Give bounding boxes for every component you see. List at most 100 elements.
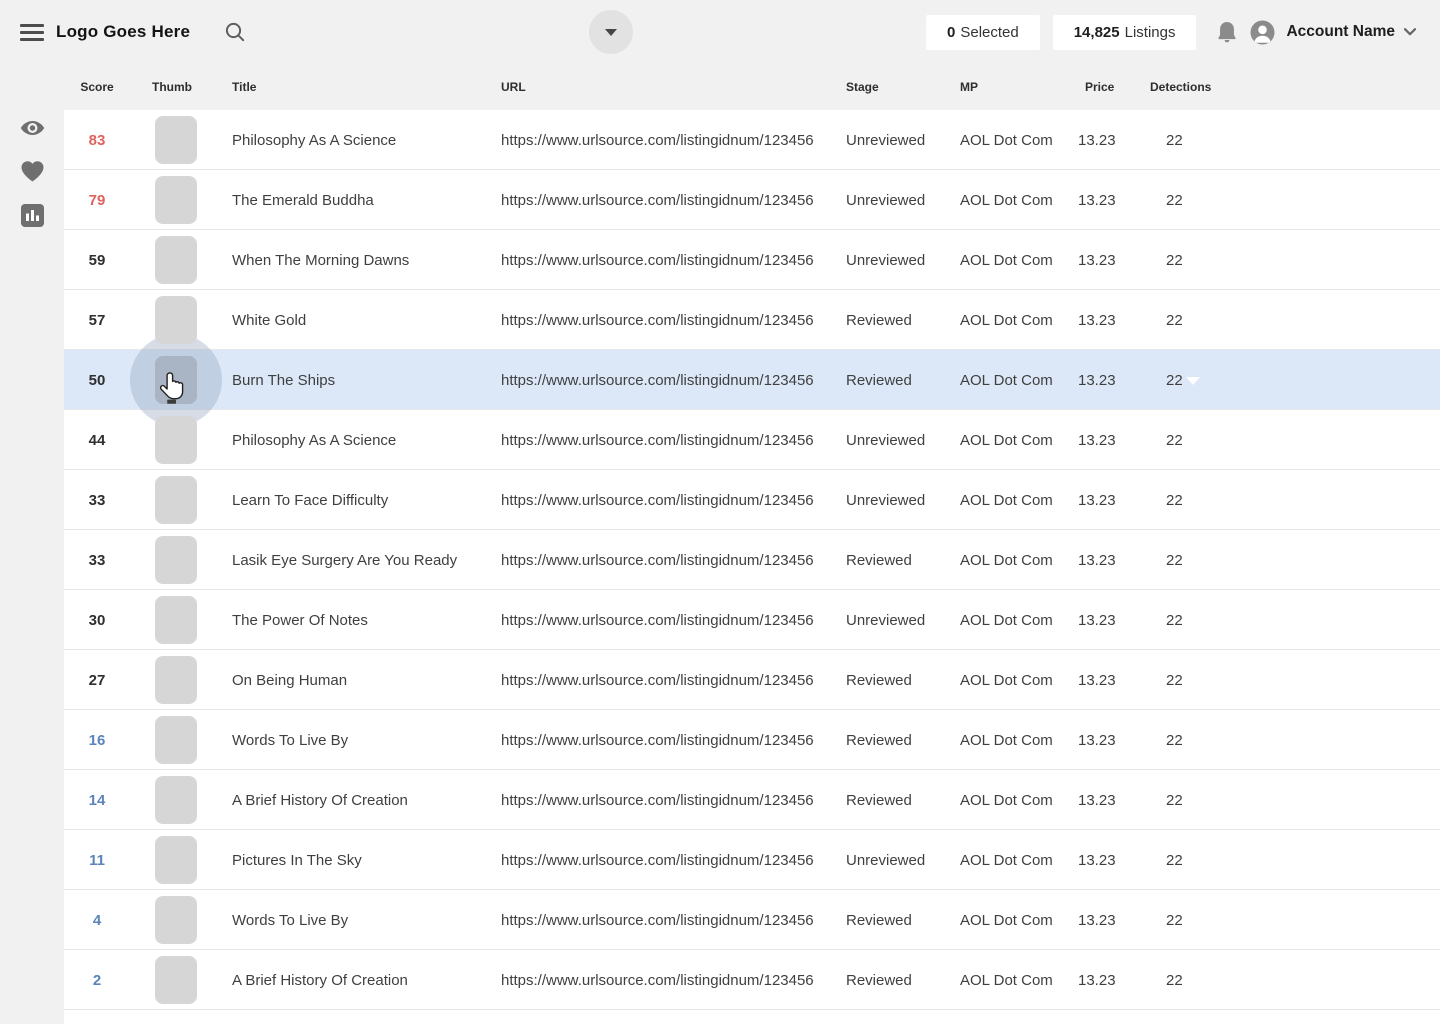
logo-text: Logo Goes Here: [56, 22, 191, 41]
thumbnail-placeholder[interactable]: [155, 236, 197, 284]
table-body: 83 Philosophy As A Science https://www.u…: [64, 110, 1440, 1024]
thumbnail-placeholder[interactable]: [155, 176, 197, 224]
mp-cell: AOL Dot Com: [960, 491, 1053, 509]
score-cell: 27: [88, 671, 106, 689]
column-header-mp[interactable]: MP: [960, 80, 1078, 94]
selected-count-button[interactable]: 0 Selected: [926, 14, 1040, 50]
table-row[interactable]: 50 Burn The Ships https://www.urlsource.…: [64, 334, 1440, 426]
table-row[interactable]: 30 The Power Of Notes https://www.urlsou…: [64, 590, 1440, 650]
mp-cell: AOL Dot Com: [960, 971, 1053, 989]
price-cell: 13.23: [1078, 191, 1116, 209]
thumbnail-placeholder[interactable]: [155, 776, 197, 824]
url-cell: https://www.urlsource.com/listingidnum/1…: [501, 371, 814, 389]
detections-cell: 22: [1166, 131, 1183, 149]
search-icon[interactable]: [224, 21, 246, 43]
title-cell: When The Morning Dawns: [232, 251, 410, 269]
thumbnail-placeholder[interactable]: [155, 536, 197, 584]
mp-cell: AOL Dot Com: [960, 911, 1053, 929]
row-expand-chevron-icon[interactable]: [1186, 377, 1200, 385]
eye-icon[interactable]: [19, 116, 46, 139]
user-avatar-icon[interactable]: [1250, 20, 1275, 45]
title-cell: Burn The Ships: [232, 371, 336, 389]
top-bar: Logo Goes Here 0 Selected 14,825 Listing…: [0, 0, 1440, 64]
thumbnail-placeholder[interactable]: [155, 596, 197, 644]
thumbnail-placeholder[interactable]: [155, 416, 197, 464]
detections-cell: 22: [1166, 251, 1183, 269]
thumbnail-placeholder[interactable]: [155, 656, 197, 704]
table-row[interactable]: 79 The Emerald Buddha https://www.urlsou…: [64, 170, 1440, 230]
url-cell: https://www.urlsource.com/listingidnum/1…: [501, 551, 814, 569]
url-cell: https://www.urlsource.com/listingidnum/1…: [501, 251, 814, 269]
chevron-down-icon: [1403, 27, 1417, 37]
price-cell: 13.23: [1078, 311, 1116, 329]
menu-icon[interactable]: [20, 20, 44, 45]
column-header-score[interactable]: Score: [64, 80, 130, 94]
column-header-url[interactable]: URL: [501, 80, 846, 94]
price-cell: 13.23: [1078, 911, 1116, 929]
title-cell: On Being Human: [232, 671, 348, 689]
score-cell: 83: [88, 131, 106, 149]
table-row[interactable]: 83 Philosophy As A Science https://www.u…: [64, 110, 1440, 170]
title-cell: Words To Live By: [232, 911, 349, 929]
title-cell: Words To Live By: [232, 731, 349, 749]
column-header-thumb[interactable]: Thumb: [130, 80, 222, 94]
price-cell: 13.23: [1078, 611, 1116, 629]
score-cell: 57: [88, 311, 106, 329]
thumbnail-placeholder[interactable]: [155, 716, 197, 764]
left-sidebar: [0, 64, 64, 1024]
mp-cell: AOL Dot Com: [960, 191, 1053, 209]
table-row[interactable]: 33 Learn To Face Difficulty https://www.…: [64, 470, 1440, 530]
column-header-title[interactable]: Title: [222, 80, 501, 94]
account-name-button[interactable]: Account Name: [1286, 23, 1395, 41]
table-header-row: Score Thumb Title URL Stage MP Price Det…: [64, 64, 1440, 110]
listings-count-button[interactable]: 14,825 Listings: [1052, 14, 1197, 50]
stage-cell: Reviewed: [846, 731, 912, 749]
price-cell: 13.23: [1078, 251, 1116, 269]
thumbnail-placeholder[interactable]: [155, 116, 197, 164]
table-row[interactable]: 59 When The Morning Dawns https://www.ur…: [64, 230, 1440, 290]
table-row[interactable]: 57 White Gold https://www.urlsource.com/…: [64, 290, 1440, 350]
thumbnail-placeholder[interactable]: [155, 296, 197, 344]
table-row[interactable]: 4 Words To Live By https://www.urlsource…: [64, 890, 1440, 950]
table-row[interactable]: 16 Words To Live By https://www.urlsourc…: [64, 710, 1440, 770]
thumb-cell: [130, 410, 222, 470]
thumbnail-placeholder[interactable]: [155, 476, 197, 524]
thumb-cell: [130, 110, 222, 170]
table-row[interactable]: 14 A Brief History Of Creation https://w…: [64, 770, 1440, 830]
mp-cell: AOL Dot Com: [960, 311, 1053, 329]
thumbnail-placeholder[interactable]: [155, 956, 197, 1004]
table-row[interactable]: 33 Lasik Eye Surgery Are You Ready https…: [64, 530, 1440, 590]
score-cell: 2: [92, 971, 102, 989]
thumb-cell: [130, 530, 222, 590]
thumbnail-placeholder[interactable]: [155, 836, 197, 884]
column-header-stage[interactable]: Stage: [846, 80, 960, 94]
thumb-cell: [130, 650, 222, 710]
price-cell: 13.23: [1078, 371, 1116, 389]
thumbnail-placeholder[interactable]: [155, 896, 197, 944]
table-row[interactable]: 27 On Being Human https://www.urlsource.…: [64, 650, 1440, 710]
stats-icon[interactable]: [20, 204, 44, 227]
bell-icon[interactable]: [1216, 20, 1238, 45]
price-cell: 13.23: [1078, 131, 1116, 149]
table-row[interactable]: 44 Philosophy As A Science https://www.u…: [64, 410, 1440, 470]
column-header-detections[interactable]: Detections: [1150, 80, 1260, 94]
column-header-price[interactable]: Price: [1078, 80, 1150, 94]
table-row[interactable]: 11 Pictures In The Sky https://www.urlso…: [64, 830, 1440, 890]
thumbnail-placeholder[interactable]: [155, 356, 197, 404]
table-row[interactable]: 2 A Brief History Of Creation https://ww…: [64, 950, 1440, 1010]
detections-cell: 22: [1166, 911, 1183, 929]
score-cell: 44: [88, 431, 106, 449]
mp-cell: AOL Dot Com: [960, 551, 1053, 569]
title-cell: Learn To Face Difficulty: [232, 491, 389, 509]
mp-cell: AOL Dot Com: [960, 131, 1053, 149]
heart-icon[interactable]: [20, 160, 45, 183]
score-cell: 79: [88, 191, 106, 209]
price-cell: 13.23: [1078, 851, 1116, 869]
stage-cell: Reviewed: [846, 971, 912, 989]
url-cell: https://www.urlsource.com/listingidnum/1…: [501, 971, 814, 989]
price-cell: 13.23: [1078, 791, 1116, 809]
url-cell: https://www.urlsource.com/listingidnum/1…: [501, 791, 814, 809]
bulk-actions-dropdown-button[interactable]: [589, 10, 633, 54]
price-cell: 13.23: [1078, 671, 1116, 689]
score-cell: 59: [88, 251, 106, 269]
